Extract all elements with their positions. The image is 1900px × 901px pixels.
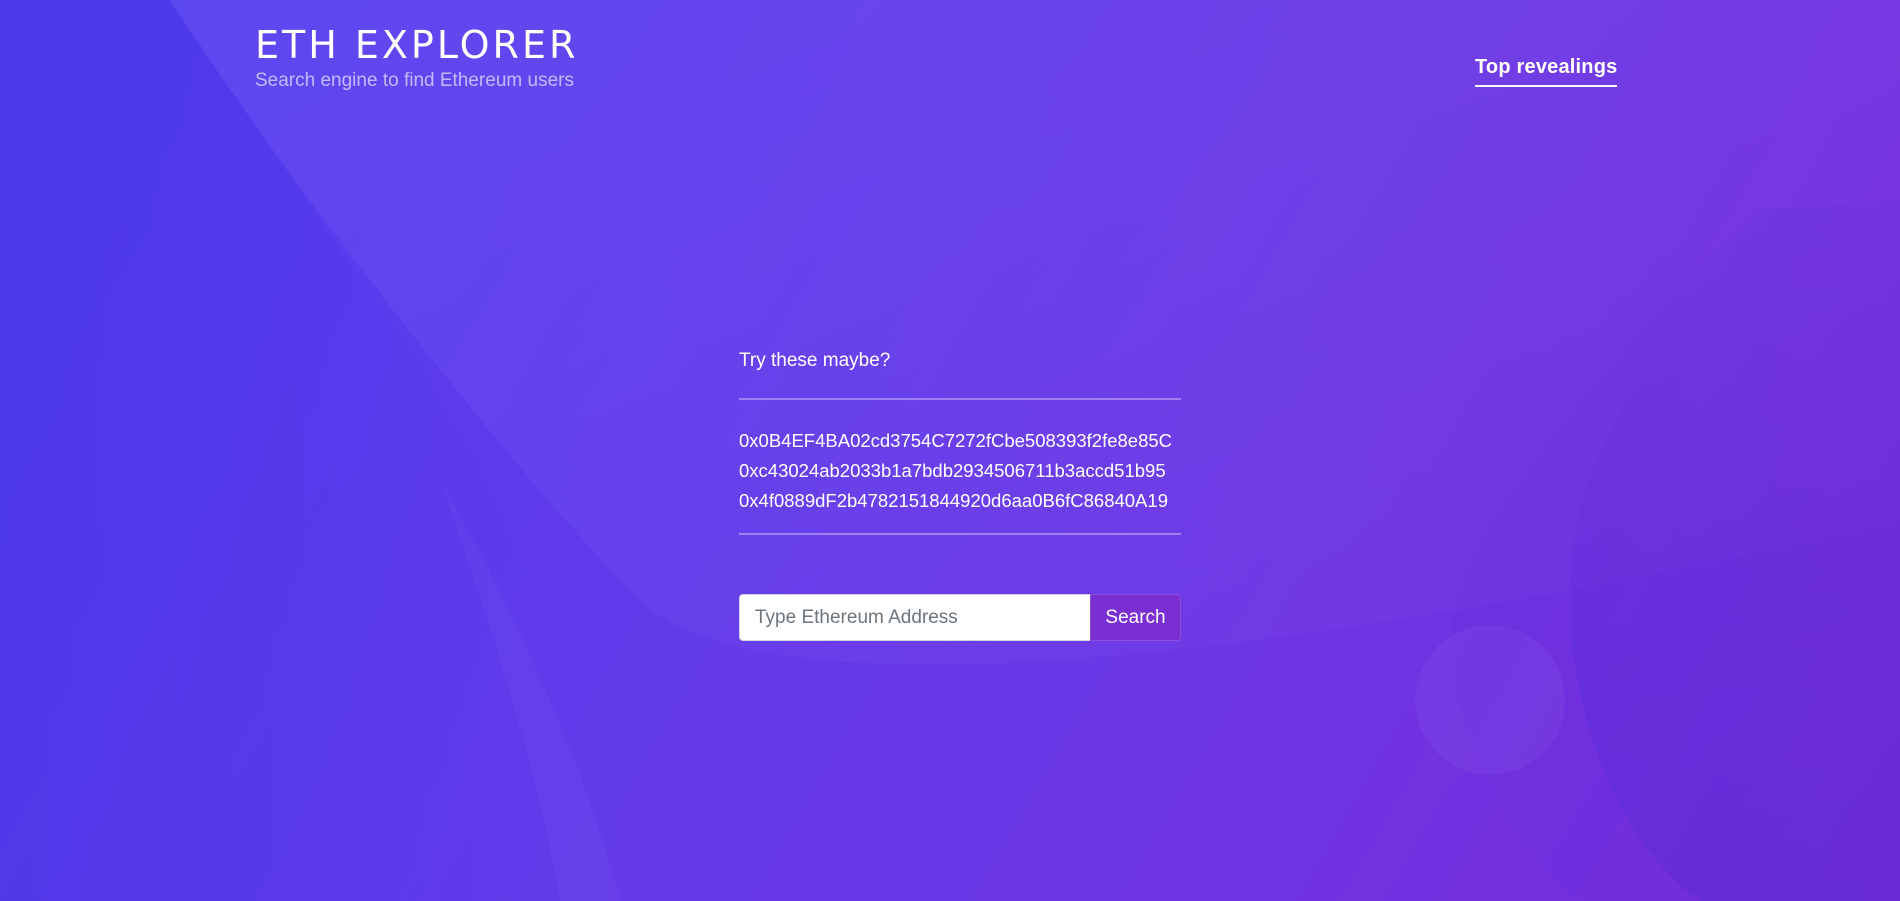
divider-top bbox=[739, 398, 1181, 400]
address-search-input[interactable] bbox=[739, 594, 1090, 641]
suggestions-panel: Try these maybe? 0x0B4EF4BA02cd3754C7272… bbox=[739, 350, 1199, 535]
top-revealings-link[interactable]: Top revealings bbox=[1475, 56, 1618, 87]
app-title: ETH EXPLORER bbox=[255, 23, 579, 67]
search-button[interactable]: Search bbox=[1090, 594, 1181, 641]
divider-bottom bbox=[739, 533, 1181, 535]
suggested-address-list: 0x0B4EF4BA02cd3754C7272fCbe508393f2fe8e8… bbox=[739, 426, 1199, 516]
suggested-address[interactable]: 0x0B4EF4BA02cd3754C7272fCbe508393f2fe8e8… bbox=[739, 426, 1199, 456]
suggestions-label: Try these maybe? bbox=[739, 350, 891, 371]
suggested-address[interactable]: 0xc43024ab2033b1a7bdb2934506711b3accd51b… bbox=[739, 456, 1199, 486]
suggested-address[interactable]: 0x4f0889dF2b4782151844920d6aa0B6fC86840A… bbox=[739, 486, 1199, 516]
brand: ETH EXPLORER Search engine to find Ether… bbox=[255, 22, 578, 92]
app-subtitle: Search engine to find Ethereum users bbox=[255, 70, 574, 91]
search-form: Search bbox=[739, 594, 1181, 641]
